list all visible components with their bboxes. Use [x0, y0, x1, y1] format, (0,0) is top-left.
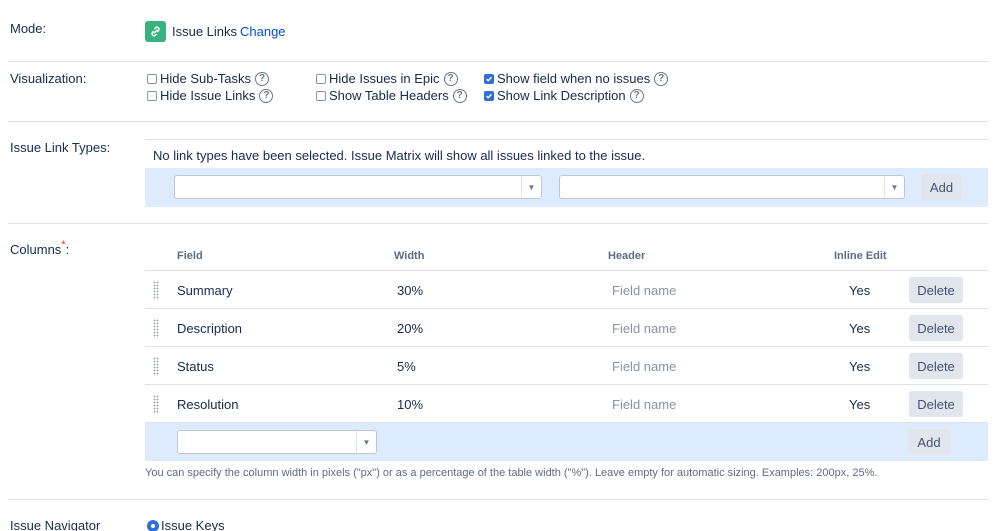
checkbox-box[interactable]: [484, 90, 494, 101]
delete-column-button[interactable]: Delete: [909, 315, 963, 341]
chevron-down-icon[interactable]: ▼: [884, 176, 904, 198]
issue-keys-radio[interactable]: [147, 520, 159, 531]
help-icon[interactable]: ?: [654, 71, 669, 86]
column-header-header: Header: [608, 250, 646, 262]
table-row-inline-edit[interactable]: Yes: [849, 359, 870, 374]
table-divider: [145, 308, 988, 309]
delete-column-button[interactable]: Delete: [909, 353, 963, 379]
checkbox-box[interactable]: [484, 73, 494, 84]
table-row-width[interactable]: 10%: [397, 397, 423, 412]
table-row-header-input[interactable]: Field name: [612, 359, 676, 374]
table-row-header-input[interactable]: Field name: [612, 321, 676, 336]
table-divider: [145, 270, 988, 271]
table-row-inline-edit[interactable]: Yes: [849, 397, 870, 412]
table-row-width[interactable]: 20%: [397, 321, 423, 336]
column-header-field: Field: [177, 250, 203, 262]
table-divider: [145, 384, 988, 385]
column-width-hint: You can specify the column width in pixe…: [145, 467, 878, 479]
chevron-down-icon[interactable]: ▼: [356, 431, 376, 453]
link-types-add-row: ▼ ▼ Add: [145, 168, 988, 207]
table-row-field: Resolution: [177, 397, 239, 412]
columns-label: Columns*:: [10, 239, 70, 257]
table-row-inline-edit[interactable]: Yes: [849, 321, 870, 336]
checkbox-box[interactable]: [147, 73, 157, 84]
issue-navigator-label: Issue Navigator: [10, 518, 101, 531]
help-icon[interactable]: ?: [452, 88, 467, 103]
add-column-row: ▼ Add: [145, 423, 988, 461]
divider: [8, 121, 988, 122]
hide-issue-links-checkbox[interactable]: Hide Issue Links ?: [147, 88, 274, 103]
show-field-when-no-issues-checkbox[interactable]: Show field when no issues ?: [484, 71, 669, 86]
visualization-label: Visualization:: [10, 71, 87, 86]
help-icon[interactable]: ?: [629, 88, 644, 103]
divider: [8, 223, 988, 224]
mode-label: Mode:: [10, 21, 47, 36]
hide-issues-in-epic-checkbox[interactable]: Hide Issues in Epic ?: [316, 71, 458, 86]
table-row-inline-edit[interactable]: Yes: [849, 283, 870, 298]
change-mode-link[interactable]: Change: [240, 24, 286, 39]
drag-handle-icon[interactable]: [153, 319, 159, 338]
delete-column-button[interactable]: Delete: [909, 391, 963, 417]
add-column-button[interactable]: Add: [908, 429, 950, 455]
help-icon[interactable]: ?: [443, 71, 458, 86]
radio-dot: [151, 524, 155, 528]
column-header-width: Width: [394, 250, 425, 262]
help-icon[interactable]: ?: [255, 71, 270, 86]
drag-handle-icon[interactable]: [153, 281, 159, 300]
checkbox-box[interactable]: [316, 90, 326, 101]
no-link-types-message: No link types have been selected. Issue …: [153, 148, 646, 163]
column-header-inline-edit: Inline Edit: [834, 250, 887, 262]
show-link-description-checkbox[interactable]: Show Link Description ?: [484, 88, 644, 103]
add-field-select[interactable]: ▼: [177, 430, 377, 454]
checkbox-box[interactable]: [147, 90, 157, 101]
table-row-field: Summary: [177, 283, 233, 298]
chevron-down-icon[interactable]: ▼: [521, 176, 541, 198]
table-row-header-input[interactable]: Field name: [612, 283, 676, 298]
hide-subtasks-checkbox[interactable]: Hide Sub-Tasks ?: [147, 71, 270, 86]
delete-column-button[interactable]: Delete: [909, 277, 963, 303]
link-types-info-row: No link types have been selected. Issue …: [145, 139, 988, 168]
link-icon: [145, 21, 166, 42]
divider: [8, 61, 988, 62]
issue-keys-option-label: Issue Keys: [161, 518, 225, 531]
drag-handle-icon[interactable]: [153, 357, 159, 376]
link-type-select-2[interactable]: ▼: [559, 175, 905, 199]
link-type-select-1[interactable]: ▼: [174, 175, 542, 199]
table-row-width[interactable]: 5%: [397, 359, 416, 374]
required-marker: *: [61, 239, 66, 251]
checkbox-box[interactable]: [316, 73, 326, 84]
help-icon[interactable]: ?: [259, 88, 274, 103]
table-row-width[interactable]: 30%: [397, 283, 423, 298]
table-row-field: Description: [177, 321, 243, 336]
table-row-header-input[interactable]: Field name: [612, 397, 676, 412]
show-table-headers-checkbox[interactable]: Show Table Headers ?: [316, 88, 467, 103]
table-row-field: Status: [177, 359, 214, 374]
table-divider: [145, 346, 988, 347]
add-link-type-button[interactable]: Add: [921, 174, 962, 200]
divider: [8, 499, 988, 500]
drag-handle-icon[interactable]: [153, 395, 159, 414]
issue-link-types-label: Issue Link Types:: [10, 140, 111, 155]
mode-value: Issue Links: [172, 24, 238, 39]
